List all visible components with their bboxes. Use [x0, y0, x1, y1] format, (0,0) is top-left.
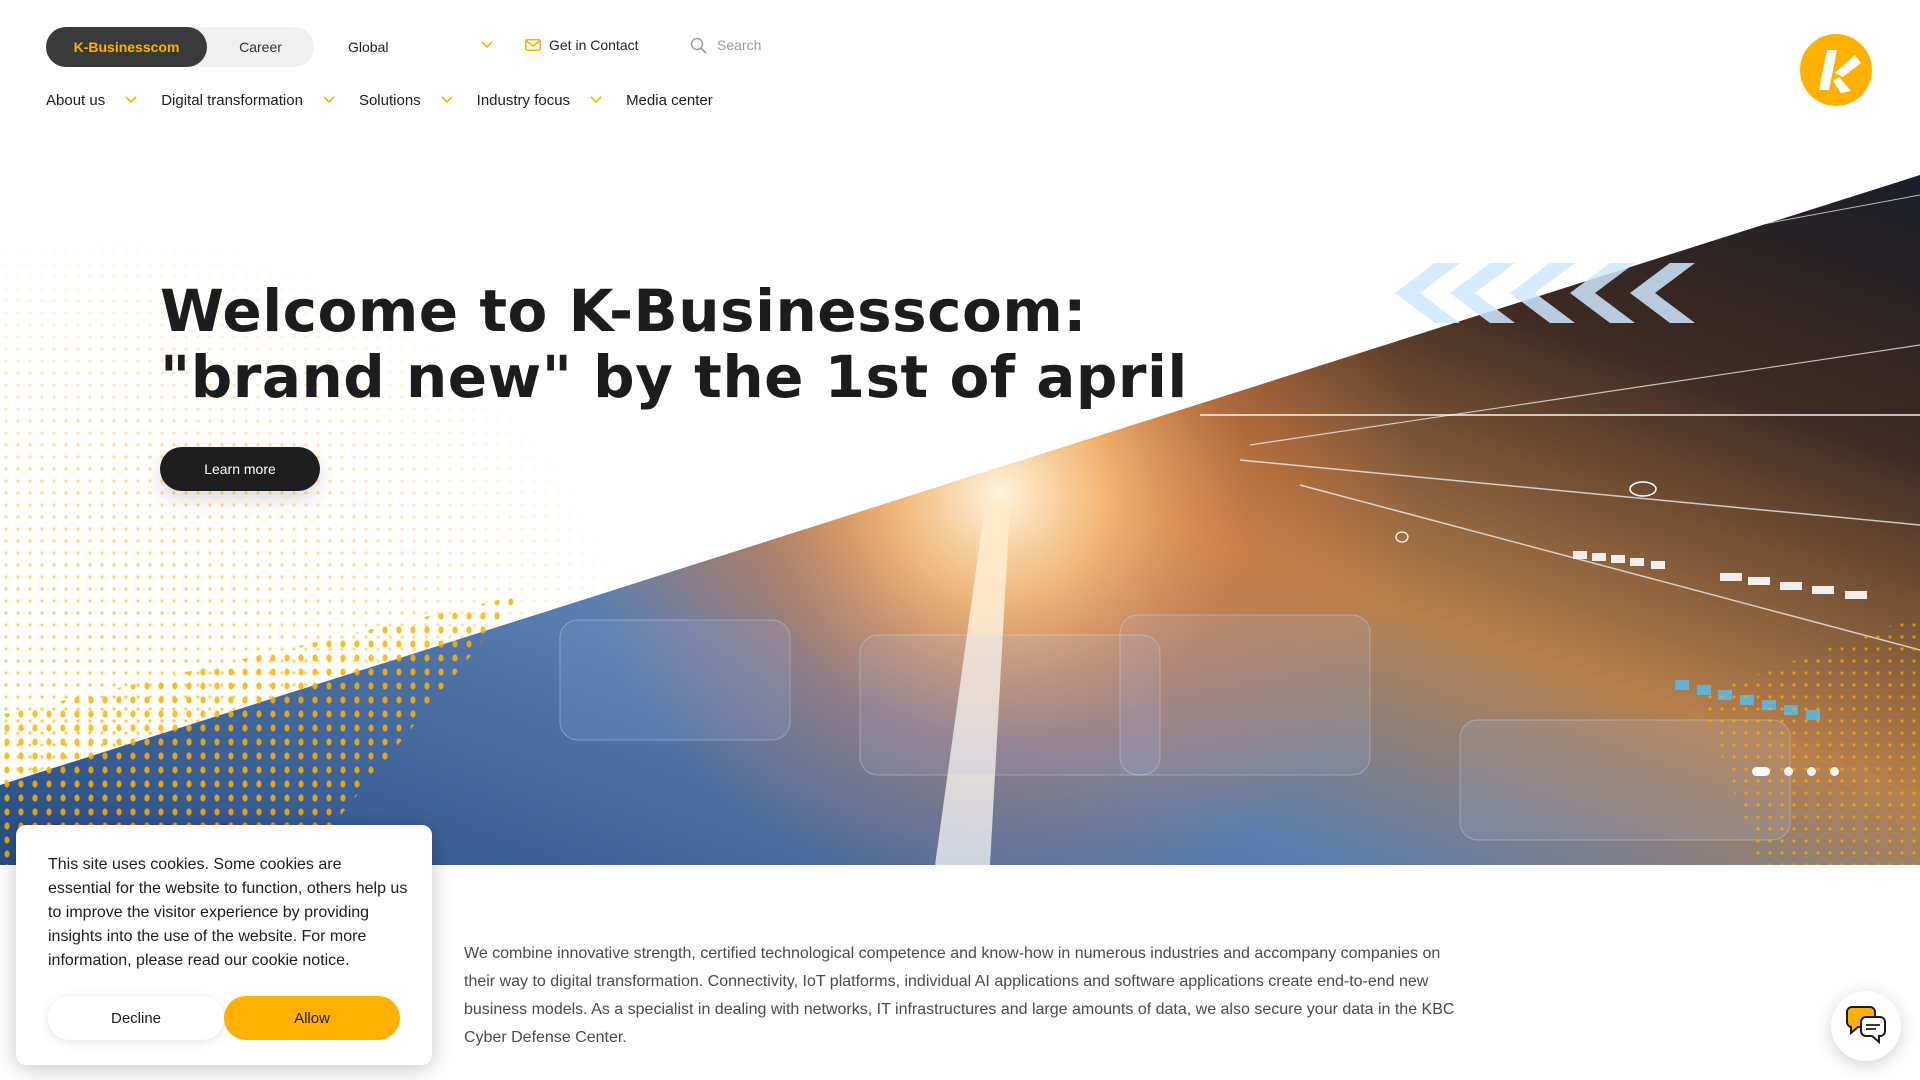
site-switch-kbusinesscom[interactable]: K-Businesscom	[46, 27, 207, 67]
region-select-value: Global	[348, 39, 389, 55]
search-input[interactable]	[715, 36, 839, 54]
nav-item-label: Solutions	[358, 91, 421, 109]
site-switcher: K-Businesscom Career	[46, 27, 314, 67]
chat-button[interactable]	[1831, 991, 1901, 1061]
chevron-down-icon	[441, 96, 453, 104]
hero-title: Welcome to K-Businesscom: "brand new" by…	[160, 278, 1188, 410]
learn-more-button[interactable]: Learn more	[160, 447, 320, 491]
nav-item-solutions[interactable]: Solutions	[359, 92, 477, 109]
get-in-contact-label: Get in Contact	[549, 37, 639, 53]
nav-item-label: About us	[46, 91, 106, 109]
hero-banner: Welcome to K-Businesscom: "brand new" by…	[0, 175, 1920, 865]
cookie-banner: This site uses cookies. Some cookies are…	[16, 825, 432, 1065]
nav-item-digital-transformation[interactable]: Digital transformation	[161, 92, 359, 109]
envelope-icon	[525, 39, 541, 51]
nav-item-label: Digital transformation	[161, 91, 303, 109]
chevron-down-icon	[590, 96, 602, 104]
search-box	[690, 32, 850, 58]
nav-item-label: Industry focus	[476, 91, 571, 109]
chat-bubbles-icon	[1846, 1006, 1886, 1045]
get-in-contact-link[interactable]: Get in Contact	[525, 33, 639, 57]
carousel-dot-4[interactable]	[1830, 767, 1839, 776]
nav-item-media-center[interactable]: Media center	[626, 92, 713, 109]
carousel-dot-3[interactable]	[1807, 767, 1816, 776]
cookie-allow-button[interactable]: Allow	[224, 996, 400, 1040]
carousel-indicators	[1752, 767, 1839, 776]
main-nav: About us Digital transformation Solution…	[46, 88, 713, 112]
nav-item-label: Media center	[626, 91, 713, 109]
region-select[interactable]: Global	[348, 27, 493, 67]
chevron-down-icon	[481, 41, 493, 49]
chevron-down-icon	[323, 96, 335, 104]
cookie-text: This site uses cookies. Some cookies are…	[48, 856, 408, 969]
nav-item-about-us[interactable]: About us	[46, 92, 161, 109]
carousel-dot-2[interactable]	[1784, 767, 1793, 776]
nav-item-industry-focus[interactable]: Industry focus	[477, 92, 626, 109]
carousel-dot-1[interactable]	[1752, 767, 1770, 776]
chevron-down-icon	[125, 96, 137, 104]
k-logo-icon[interactable]	[1799, 33, 1873, 107]
site-switch-career[interactable]: Career	[207, 27, 314, 67]
search-icon	[690, 37, 707, 54]
hero-title-line-2: "brand new" by the 1st of april	[160, 343, 1188, 411]
hero-title-line-1: Welcome to K-Businesscom:	[160, 277, 1087, 345]
cookie-decline-button[interactable]: Decline	[48, 996, 224, 1040]
intro-paragraph: We combine innovative strength, certifie…	[464, 945, 1455, 1046]
